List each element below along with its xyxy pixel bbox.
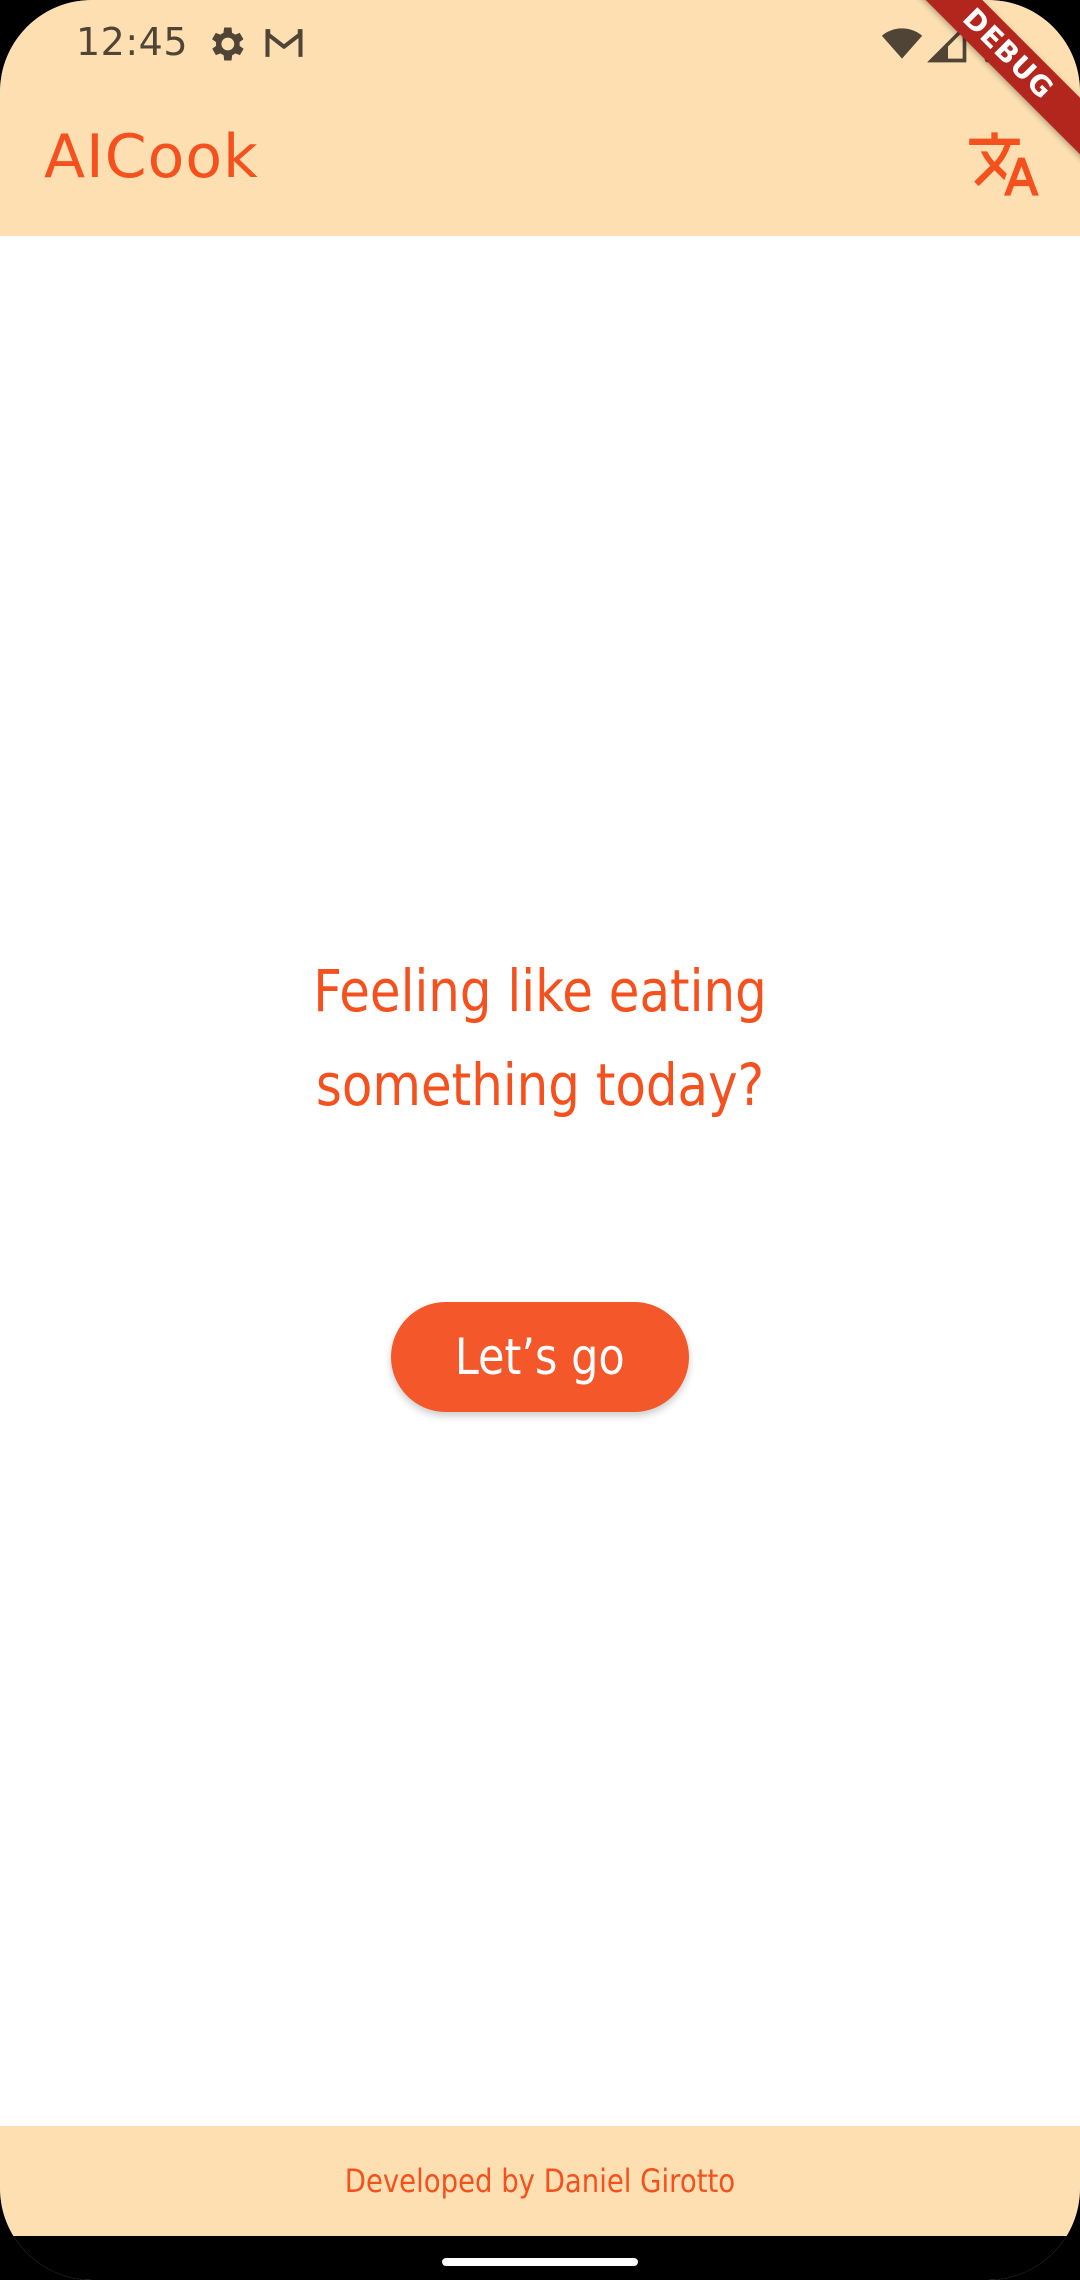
- lets-go-label: Let’s go: [455, 1328, 625, 1386]
- footer: Developed by Daniel Girotto: [0, 2126, 1080, 2236]
- wifi-icon: [881, 28, 923, 59]
- status-bar: 12:45: [0, 0, 1080, 90]
- footer-credit: Developed by Daniel Girotto: [344, 2162, 736, 2200]
- translate-icon: [969, 132, 1039, 196]
- translate-button[interactable]: [966, 126, 1042, 202]
- app-screen: 12:45 AICook DEBUG Feeling like eating s…: [0, 0, 1080, 2280]
- app-title: AICook: [44, 122, 259, 192]
- gear-icon: [212, 27, 244, 61]
- hero-line: something today?: [315, 1051, 765, 1119]
- home-gesture-handle[interactable]: [442, 2258, 638, 2266]
- gmail-icon: [265, 29, 303, 57]
- lets-go-button[interactable]: Let’s go: [391, 1302, 689, 1412]
- status-time: 12:45: [76, 20, 189, 64]
- navigation-bar: [0, 2236, 1080, 2280]
- app-bar: AICook: [0, 100, 1080, 236]
- top-area: 12:45 AICook: [0, 0, 1080, 236]
- hero-line: Feeling like eating: [313, 957, 767, 1025]
- hero-text: Feeling like eating something today?: [76, 944, 1005, 1132]
